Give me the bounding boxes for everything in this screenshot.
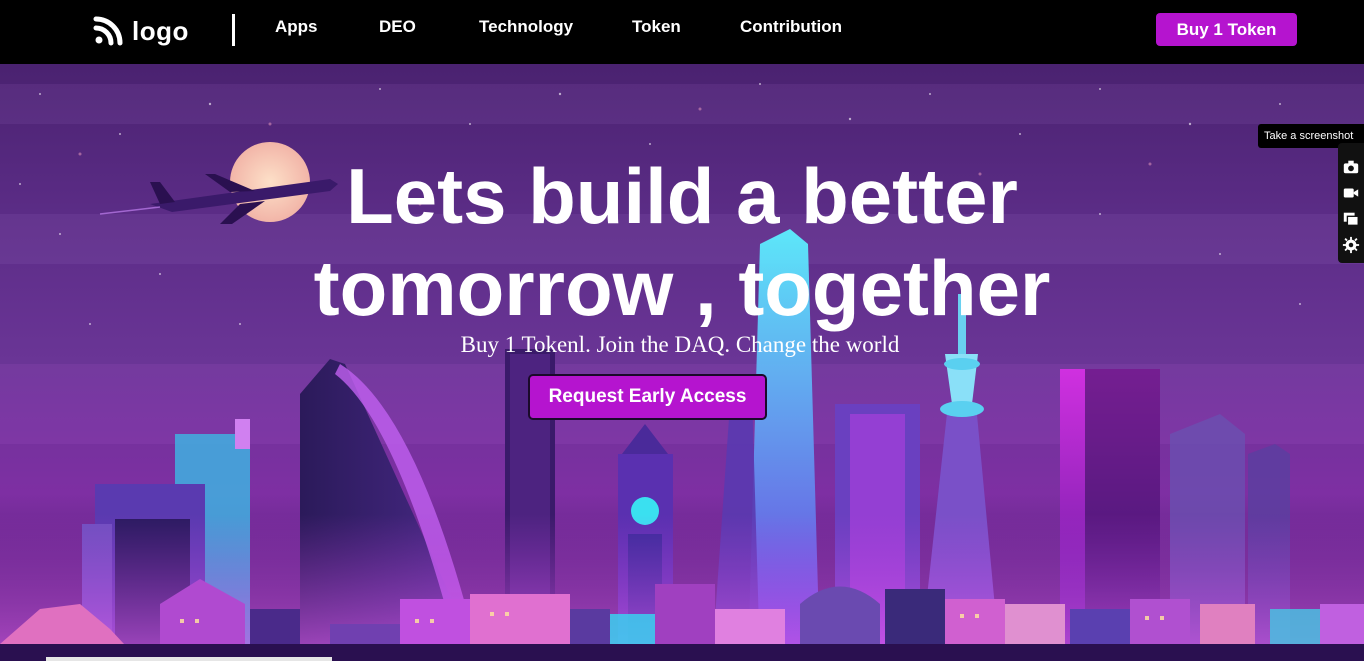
camera-icon[interactable]: [1341, 157, 1361, 177]
windows-icon[interactable]: [1341, 209, 1361, 229]
hero-subtitle: Buy 1 Tokenl. Join the DAQ. Change the w…: [460, 332, 900, 357]
video-icon[interactable]: [1341, 183, 1361, 203]
nav-link-contribution[interactable]: Contribution: [740, 17, 842, 37]
nav-link-deo[interactable]: DEO: [379, 17, 416, 37]
request-early-access-button[interactable]: Request Early Access: [528, 374, 767, 420]
screenshot-toolbar: [1338, 143, 1364, 263]
gear-icon[interactable]: [1341, 235, 1361, 255]
navbar: logo Apps DEO Technology Token Contribut…: [0, 0, 1364, 64]
nav-link-apps[interactable]: Apps: [275, 17, 318, 37]
logo[interactable]: logo: [92, 14, 189, 48]
hero-section: Lets build a better tomorrow , together …: [0, 64, 1364, 661]
rss-logo-icon: [93, 16, 123, 46]
nav-divider: [232, 14, 235, 46]
logo-text: logo: [132, 15, 189, 46]
nav-link-technology[interactable]: Technology: [479, 17, 573, 37]
buy-token-button[interactable]: Buy 1 Token: [1156, 13, 1297, 46]
nav-link-token[interactable]: Token: [632, 17, 681, 37]
hero-title: Lets build a better tomorrow , together: [313, 152, 1051, 332]
horizontal-scrollbar[interactable]: [46, 657, 332, 661]
